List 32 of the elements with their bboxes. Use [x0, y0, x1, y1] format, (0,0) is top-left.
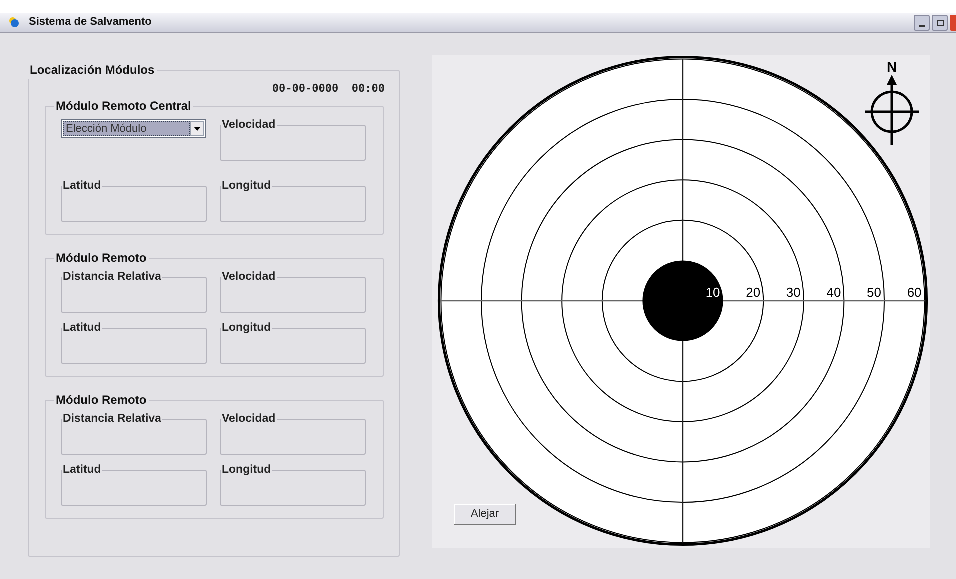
field-label: Velocidad	[221, 118, 277, 133]
field-label: Latitud	[62, 463, 102, 478]
field-label: Latitud	[62, 321, 102, 336]
ring-label: 50	[867, 285, 882, 300]
ring-label: 60	[907, 285, 922, 300]
group-title: Módulo Remoto Central	[55, 98, 192, 115]
field-label: Longitud	[221, 463, 272, 478]
module-dropdown[interactable]: Elección Módulo	[61, 119, 206, 138]
group-title: Módulo Remoto	[55, 392, 148, 409]
panel-title: Localización Módulos	[29, 62, 156, 79]
close-button[interactable]	[950, 14, 956, 30]
field-label: Velocidad	[221, 412, 277, 427]
window-title: Sistema de Salvamento	[29, 15, 153, 30]
minimize-button[interactable]	[914, 14, 930, 30]
ring-label: 40	[826, 285, 842, 300]
ring-label: 20	[746, 285, 761, 300]
ring-label: 30	[786, 285, 801, 300]
field-label: Latitud	[62, 179, 102, 194]
field-label: Velocidad	[221, 270, 277, 285]
zoom-out-button[interactable]: Alejar	[454, 504, 516, 525]
field-label: Distancia Relativa	[62, 412, 162, 427]
app-icon	[9, 17, 20, 28]
north-label: N	[886, 59, 898, 75]
group-title: Módulo Remoto	[55, 250, 148, 267]
restore-button[interactable]	[932, 14, 948, 30]
field-label: Distancia Relativa	[62, 270, 162, 285]
field-label: Longitud	[221, 321, 272, 336]
caret-icon	[190, 121, 204, 136]
ring-label: 10	[706, 285, 720, 300]
field-label: Longitud	[221, 179, 272, 194]
compass-icon	[865, 75, 919, 145]
date-time: 00-00-0000 00:00	[272, 81, 385, 97]
